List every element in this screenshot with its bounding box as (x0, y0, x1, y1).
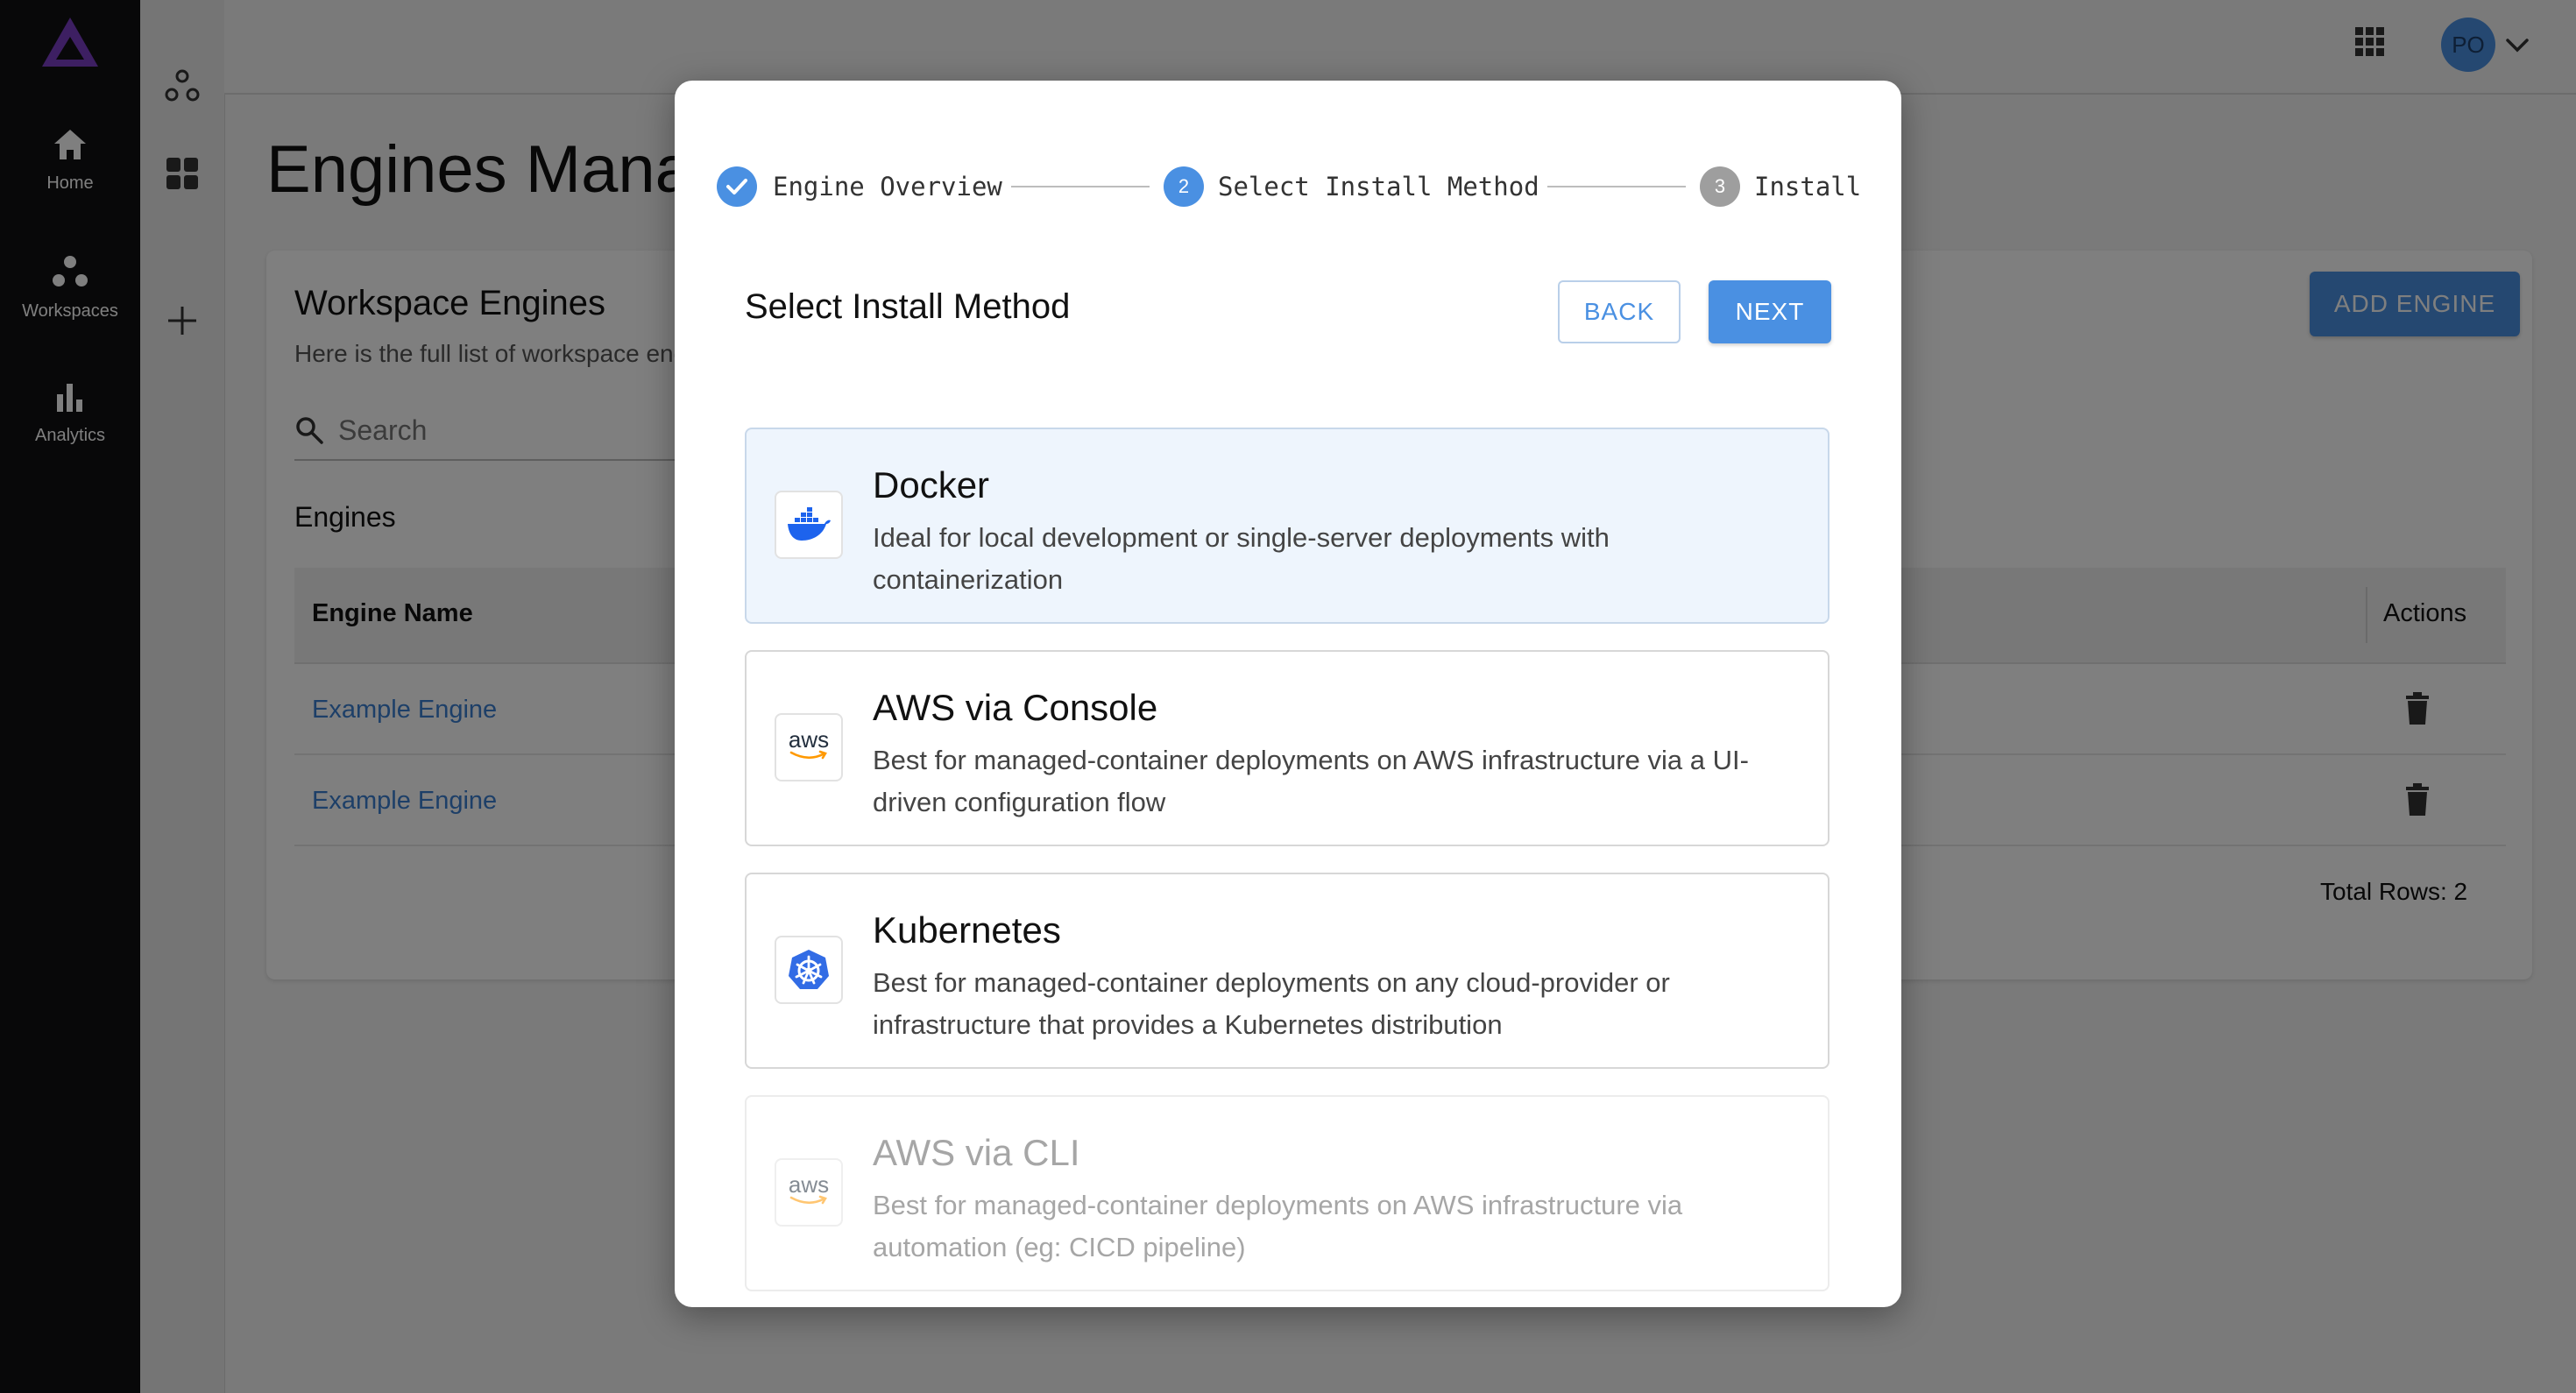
option-name: Kubernetes (873, 909, 1061, 951)
aws-logo-text: aws (788, 726, 830, 753)
option-name: AWS via Console (873, 687, 1158, 728)
aws-smile-icon (789, 1195, 827, 1205)
install-option-kubernetes[interactable]: Kubernetes Best for managed-container de… (745, 873, 1829, 1069)
check-icon (726, 179, 747, 194)
aws-smile-icon (789, 750, 827, 760)
install-option-docker[interactable]: Docker Ideal for local development or si… (745, 428, 1829, 624)
back-button[interactable]: BACK (1558, 280, 1681, 343)
option-name: Docker (873, 464, 990, 506)
install-option-aws-cli: aws AWS via CLI Best for managed-contain… (745, 1095, 1829, 1291)
kubernetes-icon (775, 936, 843, 1004)
install-option-aws-console[interactable]: aws AWS via Console Best for managed-con… (745, 650, 1829, 846)
aws-icon: aws (775, 1158, 843, 1227)
next-button[interactable]: NEXT (1709, 280, 1831, 343)
step-1-complete (717, 166, 757, 207)
option-name: AWS via CLI (873, 1132, 1080, 1173)
option-description: Best for managed-container deployments o… (873, 1190, 1683, 1262)
step-1-label: Engine Overview (773, 172, 1002, 202)
aws-icon: aws (775, 713, 843, 781)
step-3-label: Install (1754, 172, 1862, 202)
step-connector (1547, 186, 1686, 187)
step-2-number: 2 (1164, 166, 1204, 207)
step-2-label: Select Install Method (1218, 172, 1539, 202)
aws-logo-text: aws (788, 1171, 830, 1198)
docker-icon (775, 491, 843, 559)
install-method-modal: Engine Overview 2 Select Install Method … (675, 81, 1901, 1307)
option-description: Best for managed-container deployments o… (873, 967, 1670, 1040)
step-connector (1011, 186, 1150, 187)
step-3-number: 3 (1700, 166, 1740, 207)
modal-title: Select Install Method (745, 287, 1071, 326)
option-description: Ideal for local development or single-se… (873, 522, 1610, 595)
option-description: Best for managed-container deployments o… (873, 745, 1749, 817)
